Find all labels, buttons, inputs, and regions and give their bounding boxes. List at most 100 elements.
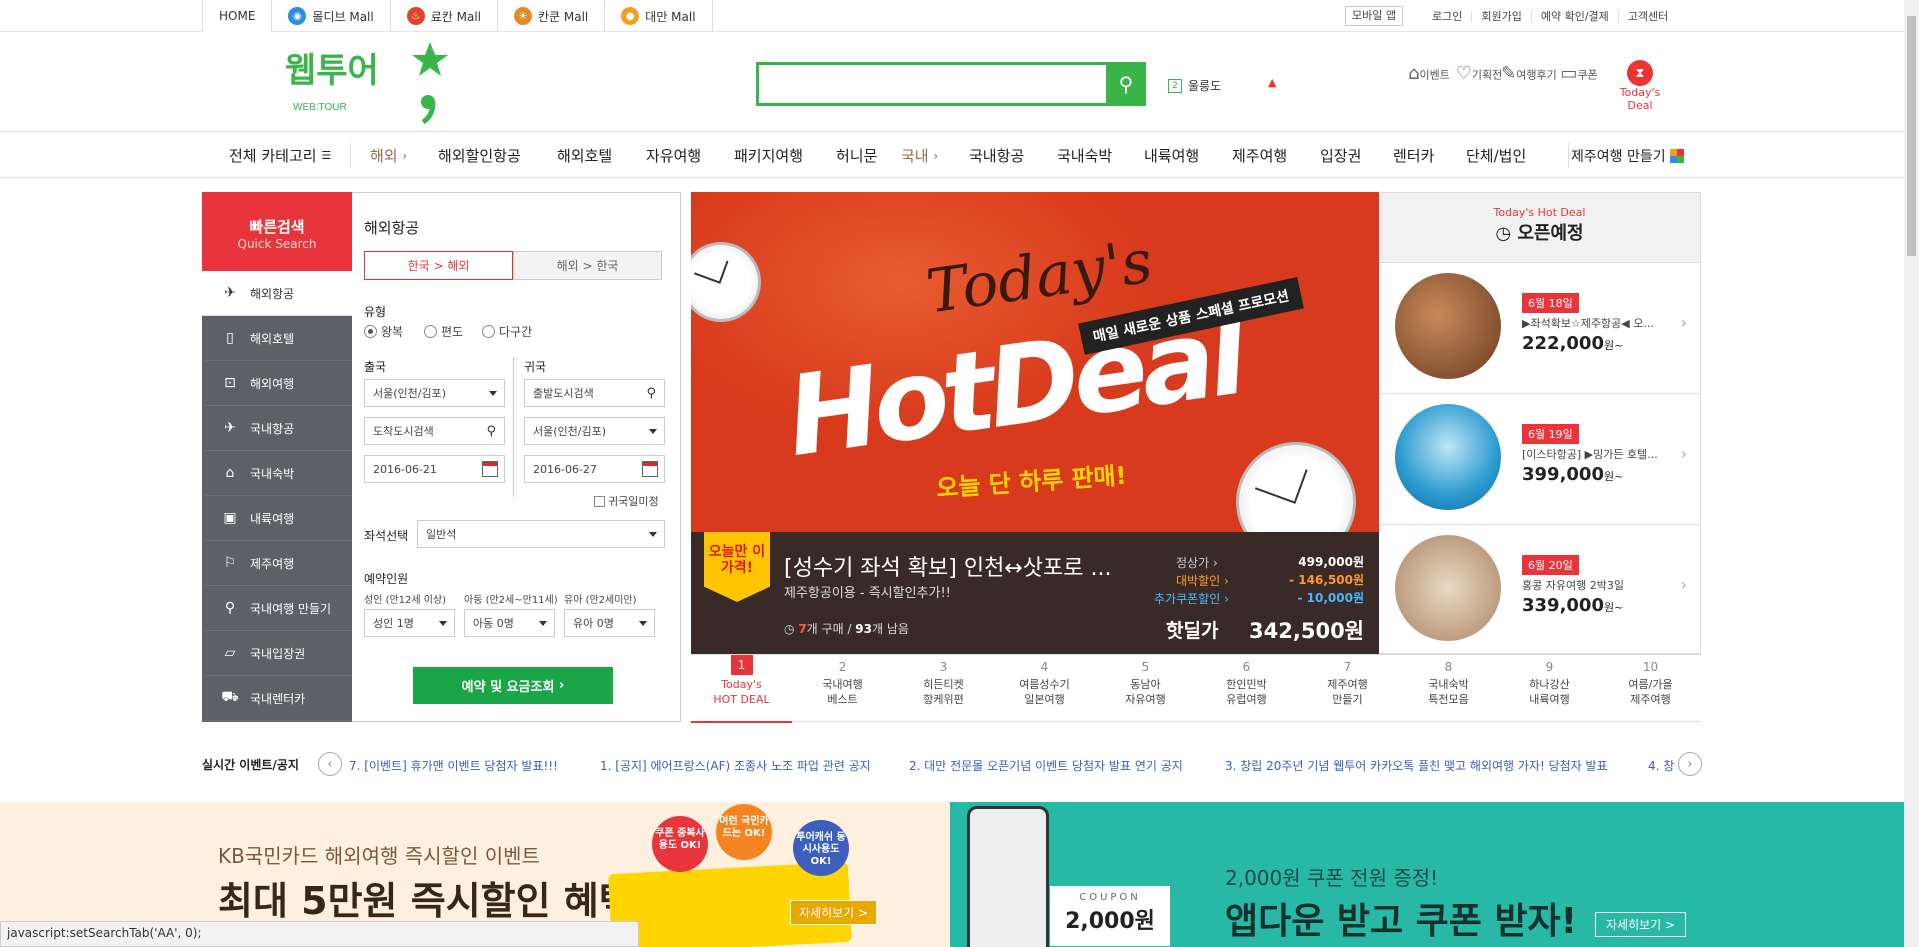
quick-coupon[interactable]: ▭쿠폰 <box>1549 60 1609 86</box>
radio-roundtrip[interactable]: 왕복 <box>364 323 403 340</box>
banner-tab-10[interactable]: 10 여름/가을 제주여행 <box>1600 655 1701 723</box>
nav-domestic-stay[interactable]: 국내숙박 <box>1057 133 1112 178</box>
side-item-overseas-air[interactable]: ✈ 해외항공 <box>202 271 352 316</box>
calendar-icon[interactable] <box>482 461 498 477</box>
ad-more-button[interactable]: 자세히보기 > <box>1595 912 1687 937</box>
hot-deal-banner[interactable]: Today's HotDeal 매일 새로운 상품 스페셜 프로모션 오늘 단 … <box>691 192 1379 654</box>
login-link[interactable]: 로그인 <box>1423 11 1471 22</box>
banner-tab-1[interactable]: 1 Today's HOT DEAL <box>691 655 792 723</box>
input-value: 2016-06-21 <box>373 462 437 476</box>
side-item-domestic-air[interactable]: ✈ 국내항공 <box>202 406 352 451</box>
ticker-item[interactable]: 1. [공지] 에어프랑스(AF) 조종사 노조 파업 관련 공지 <box>600 757 871 774</box>
app-coupon-ad[interactable]: COUPON 2,000원 2,000원 쿠폰 전원 증정! 앱다운 받고 쿠폰 … <box>950 802 1904 947</box>
calendar-icon[interactable] <box>642 461 658 477</box>
signup-link[interactable]: 회원가입 <box>1471 10 1530 22</box>
search-input[interactable] <box>759 65 1099 103</box>
return-date-input[interactable]: 2016-06-27 <box>524 455 665 483</box>
upcoming-deal-card[interactable]: 6월 19일 [이스타항공] ▶밍가든 호텔... 399,000원~ › <box>1379 393 1701 524</box>
ticker-prev-button[interactable]: ‹ <box>318 752 342 776</box>
price-coupon: - 10,000원 <box>1297 591 1364 605</box>
nav-inland[interactable]: 내륙여행 <box>1144 133 1199 178</box>
search-submit-button[interactable]: 예약 및 요금조회 › <box>413 667 613 704</box>
nav-ticket[interactable]: 입장권 <box>1320 133 1361 178</box>
ticker-item[interactable]: 7. [이벤트] 휴가맨 이벤트 당첨자 발표!!! <box>349 757 558 774</box>
banner-tab-4[interactable]: 4 여름성수기 일본여행 <box>994 655 1095 723</box>
ticker-item[interactable]: 4. 창 <box>1648 757 1674 774</box>
depart-date-input[interactable]: 2016-06-21 <box>364 455 505 483</box>
side-item-jeju[interactable]: ⚐ 제주여행 <box>202 541 352 586</box>
tab-ryokan-mall[interactable]: ♨ 료칸 Mall <box>389 0 497 32</box>
house-icon: ⌂ <box>225 465 235 481</box>
infant-select[interactable]: 유아 0명 <box>564 609 655 637</box>
nav-jeju[interactable]: 제주여행 <box>1232 133 1287 178</box>
nav-jeju-make[interactable]: 제주여행 만들기 <box>1571 133 1685 178</box>
nav-overseas[interactable]: 해외 › <box>370 133 407 178</box>
radio-multi[interactable]: 다구간 <box>482 323 532 340</box>
qs-title: 빠른검색 <box>249 218 305 236</box>
child-select[interactable]: 아동 0명 <box>464 609 555 637</box>
nav-group[interactable]: 단체/법인 <box>1466 133 1526 178</box>
banner-tab-9[interactable]: 9 하나강산 내륙여행 <box>1499 655 1600 723</box>
radio-oneway[interactable]: 편도 <box>424 323 463 340</box>
scrollbar[interactable] <box>1904 0 1919 947</box>
banner-tab-6[interactable]: 6 한인민박 유럽여행 <box>1196 655 1297 723</box>
banner-tab-2[interactable]: 2 국내여행 베스트 <box>792 655 893 723</box>
tab-home[interactable]: HOME <box>202 0 272 32</box>
customer-center-link[interactable]: 고객센터 <box>1617 10 1677 22</box>
ad-more-button[interactable]: 자세히보기 > <box>790 900 878 925</box>
nav-honeymoon[interactable]: 허니문 <box>836 133 877 178</box>
input-value: 도착도시검색 <box>373 425 434 438</box>
banner-tab-8[interactable]: 8 국내숙박 특전모음 <box>1398 655 1499 723</box>
side-item-ticket[interactable]: ▱ 국내입장권 <box>202 631 352 676</box>
site-logo[interactable]: 웹투어 WEB:TOUR <box>285 40 455 125</box>
dir-korea-overseas[interactable]: 한국 > 해외 <box>364 251 513 280</box>
nav-package[interactable]: 패키지여행 <box>734 133 803 178</box>
upcoming-deal-card[interactable]: 6월 18일 ▶좌석확보☆제주항공◀ 오... 222,000원~ › <box>1379 262 1701 393</box>
banner-tab-3[interactable]: 3 히든티켓 항케위편 <box>893 655 994 723</box>
chevron-right-icon: › <box>558 678 565 693</box>
nav-free-travel[interactable]: 자유여행 <box>646 133 701 178</box>
tab-cancun-mall[interactable]: ☀ 칸쿤 Mall <box>497 0 604 32</box>
scrollbar-thumb[interactable] <box>1907 16 1916 256</box>
depart-to-input[interactable]: 도착도시검색 ⚲ <box>364 417 505 445</box>
reservation-link[interactable]: 예약 확인/결제 <box>1530 10 1618 22</box>
depart-from-select[interactable]: 서울(인천/김포) <box>364 379 505 407</box>
ticker-item[interactable]: 2. 대만 전문몰 오픈기념 이벤트 당첨자 발표 연기 공지 <box>909 757 1183 774</box>
search-button[interactable]: ⚲ <box>1106 62 1146 106</box>
nav-overseas-hotel[interactable]: 해외호텔 <box>557 133 612 178</box>
return-from-input[interactable]: 출발도시검색 ⚲ <box>524 379 665 407</box>
upcoming-header: Today's Hot Deal ◷ 오픈예정 <box>1379 193 1700 262</box>
tab-maldives-mall[interactable]: ◉ 몰디브 Mall <box>271 0 389 32</box>
nav-rentcar[interactable]: 렌터카 <box>1393 133 1434 178</box>
deal-info: 오늘만 이가격! [성수기 좌석 확보] 인천↔삿포로 ... 제주항공이용 -… <box>691 532 1379 654</box>
plane-icon: ✈ <box>224 420 236 436</box>
chevron-right-icon: › <box>1680 444 1687 463</box>
upcoming-deal-card[interactable]: 6월 20일 홍콩 자유여행 2박3일 339,000원~ › <box>1379 524 1701 655</box>
dir-overseas-korea[interactable]: 해외 > 한국 <box>513 251 662 280</box>
tab-line2: 내륙여행 <box>1529 693 1570 706</box>
adult-select[interactable]: 성인 1명 <box>364 609 455 637</box>
ticker-item[interactable]: 3. 창립 20주년 기념 웹투어 카카오톡 플친 맺고 해외여행 가자! 당첨… <box>1225 757 1608 774</box>
tab-taiwan-mall[interactable]: ● 대만 Mall <box>604 0 713 32</box>
side-item-domestic-stay[interactable]: ⌂ 국내숙박 <box>202 451 352 496</box>
side-item-domestic-make[interactable]: ⚲ 국내여행 만들기 <box>202 586 352 631</box>
direction-toggle: 한국 > 해외 해외 > 한국 <box>364 251 662 280</box>
suitcase-icon: ⊡ <box>224 375 236 391</box>
return-to-select[interactable]: 서울(인천/김포) <box>524 417 665 445</box>
quick-todays-deal[interactable]: ⧗Today's Deal <box>1608 60 1672 112</box>
banner-tab-7[interactable]: 7 제주여행 만들기 <box>1297 655 1398 723</box>
side-item-inland[interactable]: ▣ 내륙여행 <box>202 496 352 541</box>
nav-overseas-air[interactable]: 해외할인항공 <box>438 133 521 178</box>
side-item-rentcar[interactable]: ⛟ 국내렌터카 <box>202 676 352 721</box>
nav-all-category[interactable]: 전체 카테고리 ☰ <box>229 133 331 178</box>
side-item-overseas-hotel[interactable]: ▯ 해외호텔 <box>202 316 352 361</box>
side-item-overseas-travel[interactable]: ⊡ 해외여행 <box>202 361 352 406</box>
banner-tab-5[interactable]: 5 동남아 자유여행 <box>1095 655 1196 723</box>
undecided-checkbox[interactable]: 귀국일미정 <box>594 493 659 509</box>
seat-select[interactable]: 일반석 <box>417 520 665 548</box>
mobile-app-link[interactable]: 모바일 앱 <box>1345 6 1403 26</box>
nav-domestic-air[interactable]: 국내항공 <box>969 133 1024 178</box>
popular-keyword[interactable]: 2 울릉도 <box>1168 77 1221 94</box>
nav-domestic[interactable]: 국내 › <box>901 133 938 178</box>
ticker-next-button[interactable]: › <box>1678 752 1702 776</box>
